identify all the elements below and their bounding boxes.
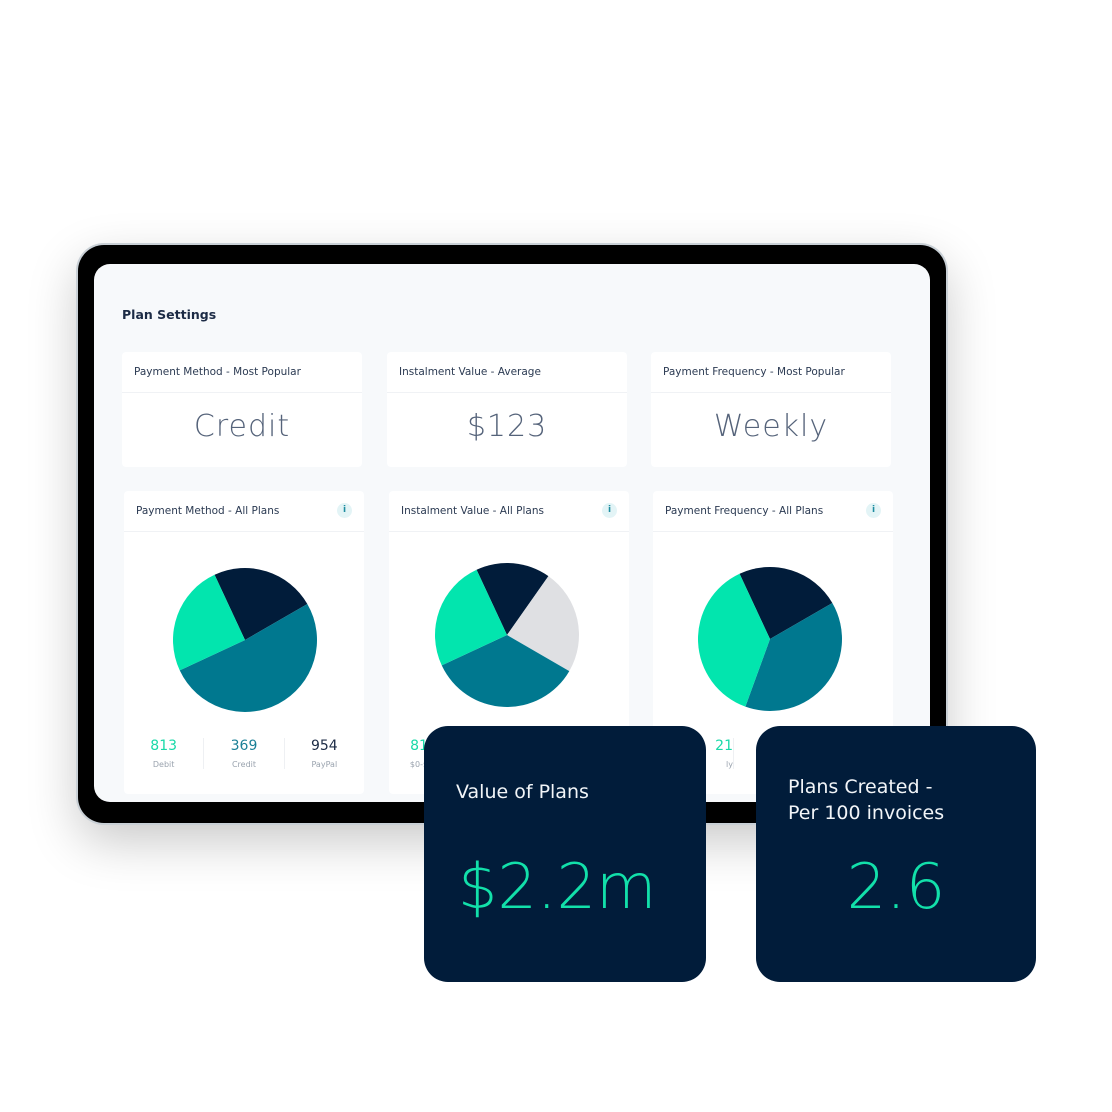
- card-title: Payment Method - Most Popular: [122, 352, 362, 393]
- tile-plans-created: Plans Created - Per 100 invoices 2.6: [756, 726, 1036, 982]
- info-icon[interactable]: i: [866, 503, 881, 518]
- tile-title: Plans Created - Per 100 invoices: [788, 774, 944, 826]
- card-value: $123: [466, 409, 548, 444]
- stat-value: 954: [310, 738, 338, 754]
- card-title: Payment Method - All Plans i: [124, 491, 364, 532]
- stat-label: Credit: [231, 760, 257, 769]
- info-icon[interactable]: i: [602, 503, 617, 518]
- summary-card-payment-frequency: Payment Frequency - Most Popular Weekly: [651, 352, 891, 467]
- stat-value: 813: [150, 738, 178, 754]
- stat-credit: 369 Credit: [203, 738, 283, 769]
- card-title-text: Instalment Value - All Plans: [401, 505, 544, 517]
- tile-value-of-plans: Value of Plans $2.2m: [424, 726, 706, 982]
- card-title: Instalment Value - Average: [387, 352, 627, 393]
- page-title: Plan Settings: [122, 307, 217, 322]
- card-value: Credit: [193, 409, 291, 444]
- stat-debit: 813 Debit: [124, 738, 203, 769]
- pie-chart: [435, 563, 579, 707]
- card-value: Weekly: [713, 409, 829, 444]
- stat-label: Debit: [152, 760, 175, 769]
- card-title: Payment Frequency - Most Popular: [651, 352, 891, 393]
- tile-title: Value of Plans: [456, 781, 589, 803]
- dashboard-screen: Plan Settings Payment Method - Most Popu…: [94, 264, 930, 802]
- stat-paypal: 954 PayPal: [283, 738, 364, 769]
- pie-chart: [173, 568, 318, 713]
- tile-value: $2.2m: [458, 850, 657, 923]
- card-title: Instalment Value - All Plans i: [389, 491, 629, 532]
- chart-card-payment-method: Payment Method - All Plans i 813 Debit 36…: [124, 491, 364, 794]
- tile-title-line2: Per 100 invoices: [788, 802, 945, 824]
- stats-row: 813 Debit 369 Credit 954 PayPal: [124, 738, 364, 769]
- stat-value: 369: [230, 738, 258, 754]
- summary-card-payment-method: Payment Method - Most Popular Credit: [122, 352, 362, 467]
- info-icon[interactable]: i: [337, 503, 352, 518]
- summary-card-instalment-value: Instalment Value - Average $123: [387, 352, 627, 467]
- tile-value: 2.6: [846, 850, 946, 923]
- pie-chart: [698, 567, 842, 711]
- card-title: Payment Frequency - All Plans i: [653, 491, 893, 532]
- stat-label: PayPal: [311, 760, 338, 769]
- card-title-text: Payment Frequency - All Plans: [665, 505, 824, 517]
- tile-title-line1: Plans Created -: [788, 776, 933, 798]
- card-title-text: Payment Method - All Plans: [136, 505, 280, 517]
